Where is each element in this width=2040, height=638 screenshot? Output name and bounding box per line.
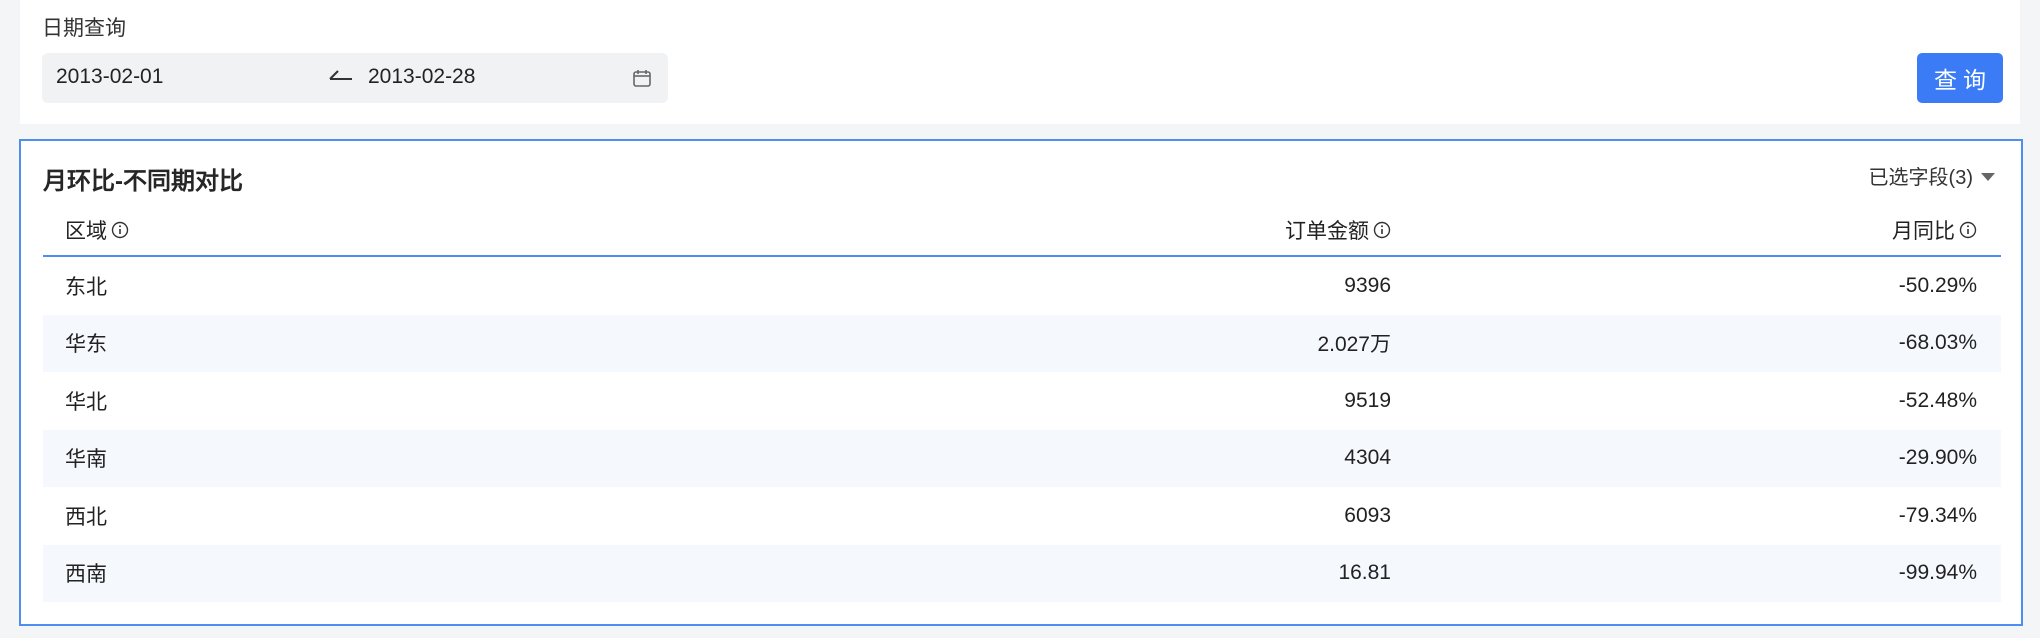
cell-ratio: -52.48% [1898,388,1977,412]
filter-panel: 日期查询 2013-02-01 2013-02-28 查询 [20,0,2020,124]
table-row[interactable]: 东北 9396 -50.29% [43,257,2001,315]
cell-ratio: -68.03% [1898,331,1977,355]
cell-region: 东北 [65,275,107,299]
cell-ratio: -29.90% [1898,446,1977,470]
table-row[interactable]: 西北 6093 -79.34% [43,487,2001,545]
cell-region: 西北 [65,505,107,529]
cell-amount: 9519 [1344,388,1391,412]
caret-down-icon [1981,172,1995,181]
field-select-dropdown[interactable]: 已选字段(3) [1869,161,1995,190]
date-end-input[interactable]: 2013-02-28 [368,65,475,89]
cell-amount: 2.027万 [1317,333,1391,357]
cell-region: 华南 [65,448,107,472]
calendar-icon[interactable] [632,68,652,88]
header-ratio[interactable]: 月同比 [1391,215,2001,245]
table-row[interactable]: 华东 2.027万 -68.03% [43,314,2001,372]
card-title: 月环比-不同期对比 [43,168,243,195]
date-filter-label: 日期查询 [42,17,126,40]
cell-amount: 6093 [1344,503,1391,527]
header-region[interactable]: 区域 [43,215,783,245]
cell-ratio: -79.34% [1898,503,1977,527]
range-arrow-icon [329,70,352,80]
table-card: 月环比-不同期对比 已选字段(3) 区域 订单金额 月同比 东北 9396 -5… [19,139,2023,626]
header-amount-label: 订单金额 [1285,220,1369,243]
date-start-input[interactable]: 2013-02-01 [56,65,163,89]
info-icon[interactable] [111,221,129,239]
cell-ratio: -50.29% [1898,273,1977,297]
cell-amount: 9396 [1344,273,1391,297]
table-header: 区域 订单金额 月同比 [43,205,2001,257]
header-ratio-label: 月同比 [1892,220,1955,243]
field-select-label: 已选字段(3) [1868,167,1973,189]
table-row[interactable]: 华北 9519 -52.48% [43,372,2001,430]
table-row[interactable]: 西南 16.81 -99.94% [43,544,2001,602]
cell-amount: 4304 [1344,446,1391,470]
header-amount[interactable]: 订单金额 [783,215,1391,245]
header-region-label: 区域 [65,220,107,243]
cell-ratio: -99.94% [1898,561,1977,585]
cell-region: 华东 [65,333,107,357]
info-icon[interactable] [1373,221,1391,239]
info-icon[interactable] [1959,221,1977,239]
cell-region: 华北 [65,390,107,414]
data-table: 区域 订单金额 月同比 东北 9396 -50.29% 华东 2.027万 -6… [43,205,2001,602]
cell-region: 西南 [65,563,107,587]
table-row[interactable]: 华南 4304 -29.90% [43,429,2001,487]
date-range-picker[interactable]: 2013-02-01 2013-02-28 [42,53,668,103]
cell-amount: 16.81 [1338,561,1391,585]
query-button[interactable]: 查询 [1917,53,2003,103]
